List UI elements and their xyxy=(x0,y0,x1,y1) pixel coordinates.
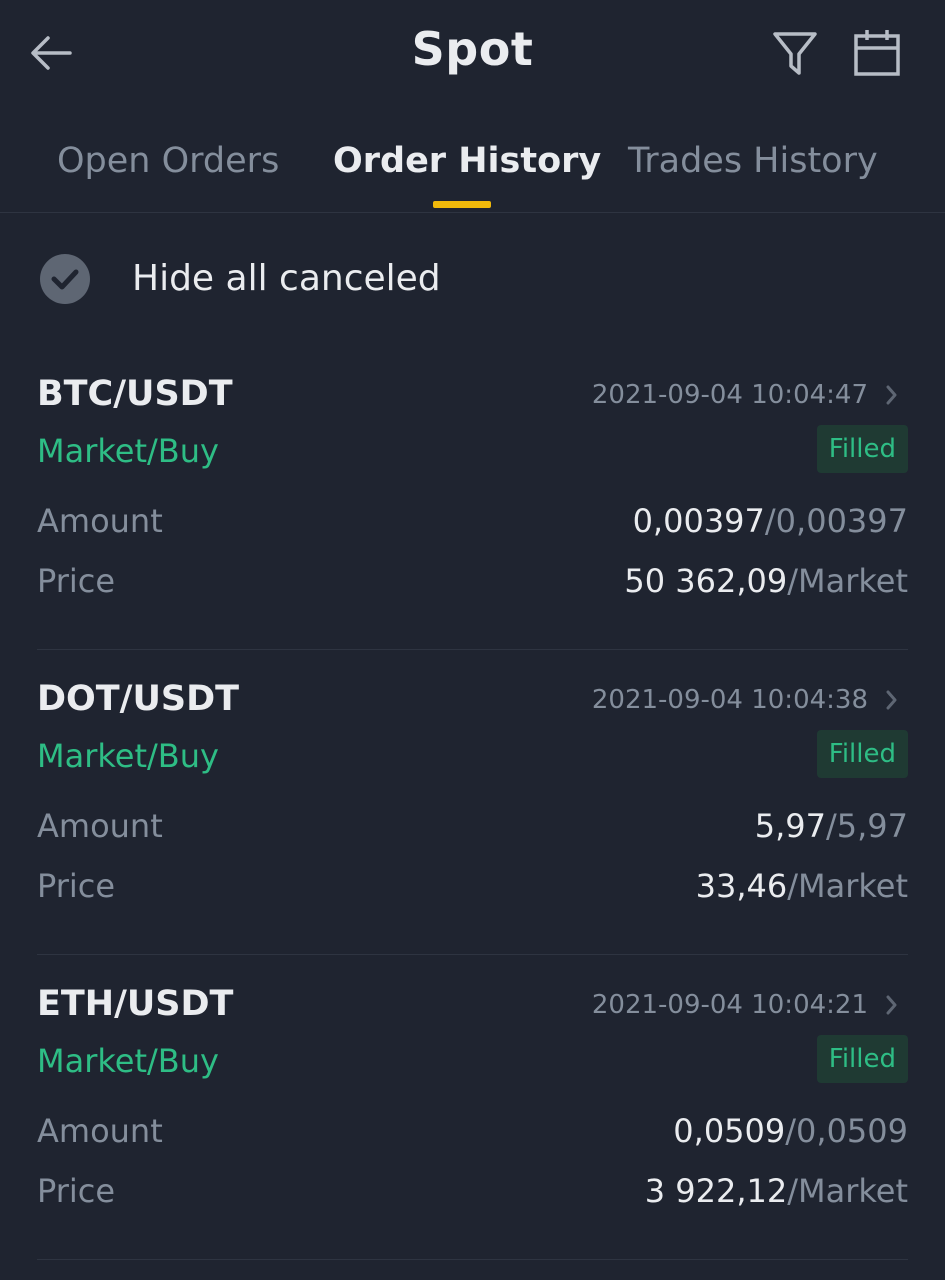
checkmark-icon xyxy=(51,269,79,290)
tab-open-orders[interactable]: Open Orders xyxy=(57,141,279,181)
order-item[interactable]: DOT/USDT 2021-09-04 10:04:38 Market/Buy … xyxy=(37,667,908,972)
calendar-icon xyxy=(854,30,900,76)
order-datetime: 2021-09-04 10:04:21 xyxy=(591,990,868,1020)
price-value: 50 362,09/Market xyxy=(624,562,908,600)
tab-bar: Open Orders Order History Trades History xyxy=(0,105,945,213)
order-side: Market/Buy xyxy=(37,432,219,470)
status-badge: Filled xyxy=(816,730,908,778)
status-badge: Filled xyxy=(816,1035,908,1083)
amount-total: /5,97 xyxy=(825,807,908,845)
amount-value: 0,00397/0,00397 xyxy=(633,502,908,540)
order-pair: ETH/USDT xyxy=(37,984,234,1024)
status-badge: Filled xyxy=(816,425,908,473)
order-side: Market/Buy xyxy=(37,737,219,775)
amount-total: /0,0509 xyxy=(785,1112,908,1150)
amount-filled: 5,97 xyxy=(754,807,826,845)
amount-value: 5,97/5,97 xyxy=(755,807,908,845)
amount-filled: 0,00397 xyxy=(632,502,765,540)
amount-filled: 0,0509 xyxy=(673,1112,786,1150)
price-value: 3 922,12/Market xyxy=(645,1172,908,1210)
order-pair: DOT/USDT xyxy=(37,679,240,719)
order-side: Market/Buy xyxy=(37,1042,219,1080)
amount-total: /0,00397 xyxy=(764,502,908,540)
order-pair: BTC/USDT xyxy=(37,374,233,414)
amount-label: Amount xyxy=(37,502,163,540)
order-datetime: 2021-09-04 10:04:38 xyxy=(591,685,868,715)
chevron-right-icon xyxy=(886,995,897,1015)
active-tab-indicator xyxy=(433,201,491,208)
filter-button[interactable] xyxy=(770,28,820,78)
order-item[interactable]: ETH/USDT 2021-09-04 10:04:21 Market/Buy … xyxy=(37,972,908,1277)
amount-label: Amount xyxy=(37,1112,163,1150)
chevron-right-icon xyxy=(886,690,897,710)
hide-canceled-label: Hide all canceled xyxy=(132,258,441,299)
hide-canceled-checkbox[interactable] xyxy=(40,254,90,304)
price-type: /Market xyxy=(787,562,908,600)
price-type: /Market xyxy=(787,1172,908,1210)
spot-order-history-screen: Spot Open Orders Order History Trades Hi… xyxy=(0,0,945,1280)
header: Spot xyxy=(0,0,945,105)
price-number: 50 362,09 xyxy=(624,562,788,600)
amount-value: 0,0509/0,0509 xyxy=(673,1112,908,1150)
order-datetime: 2021-09-04 10:04:47 xyxy=(591,380,868,410)
price-label: Price xyxy=(37,867,116,905)
divider xyxy=(37,649,908,650)
price-value: 33,46/Market xyxy=(696,867,908,905)
divider xyxy=(37,954,908,955)
tab-trades-history[interactable]: Trades History xyxy=(628,141,878,181)
chevron-right-icon xyxy=(886,385,897,405)
price-type: /Market xyxy=(787,867,908,905)
calendar-button[interactable] xyxy=(852,28,902,78)
price-number: 33,46 xyxy=(695,867,788,905)
amount-label: Amount xyxy=(37,807,163,845)
price-label: Price xyxy=(37,562,116,600)
divider xyxy=(37,1259,908,1260)
funnel-icon xyxy=(773,32,817,75)
price-label: Price xyxy=(37,1172,116,1210)
price-number: 3 922,12 xyxy=(644,1172,788,1210)
order-item[interactable]: BTC/USDT 2021-09-04 10:04:47 Market/Buy … xyxy=(37,362,908,667)
hide-canceled-toggle[interactable]: Hide all canceled xyxy=(40,252,540,308)
tab-order-history[interactable]: Order History xyxy=(333,141,601,181)
